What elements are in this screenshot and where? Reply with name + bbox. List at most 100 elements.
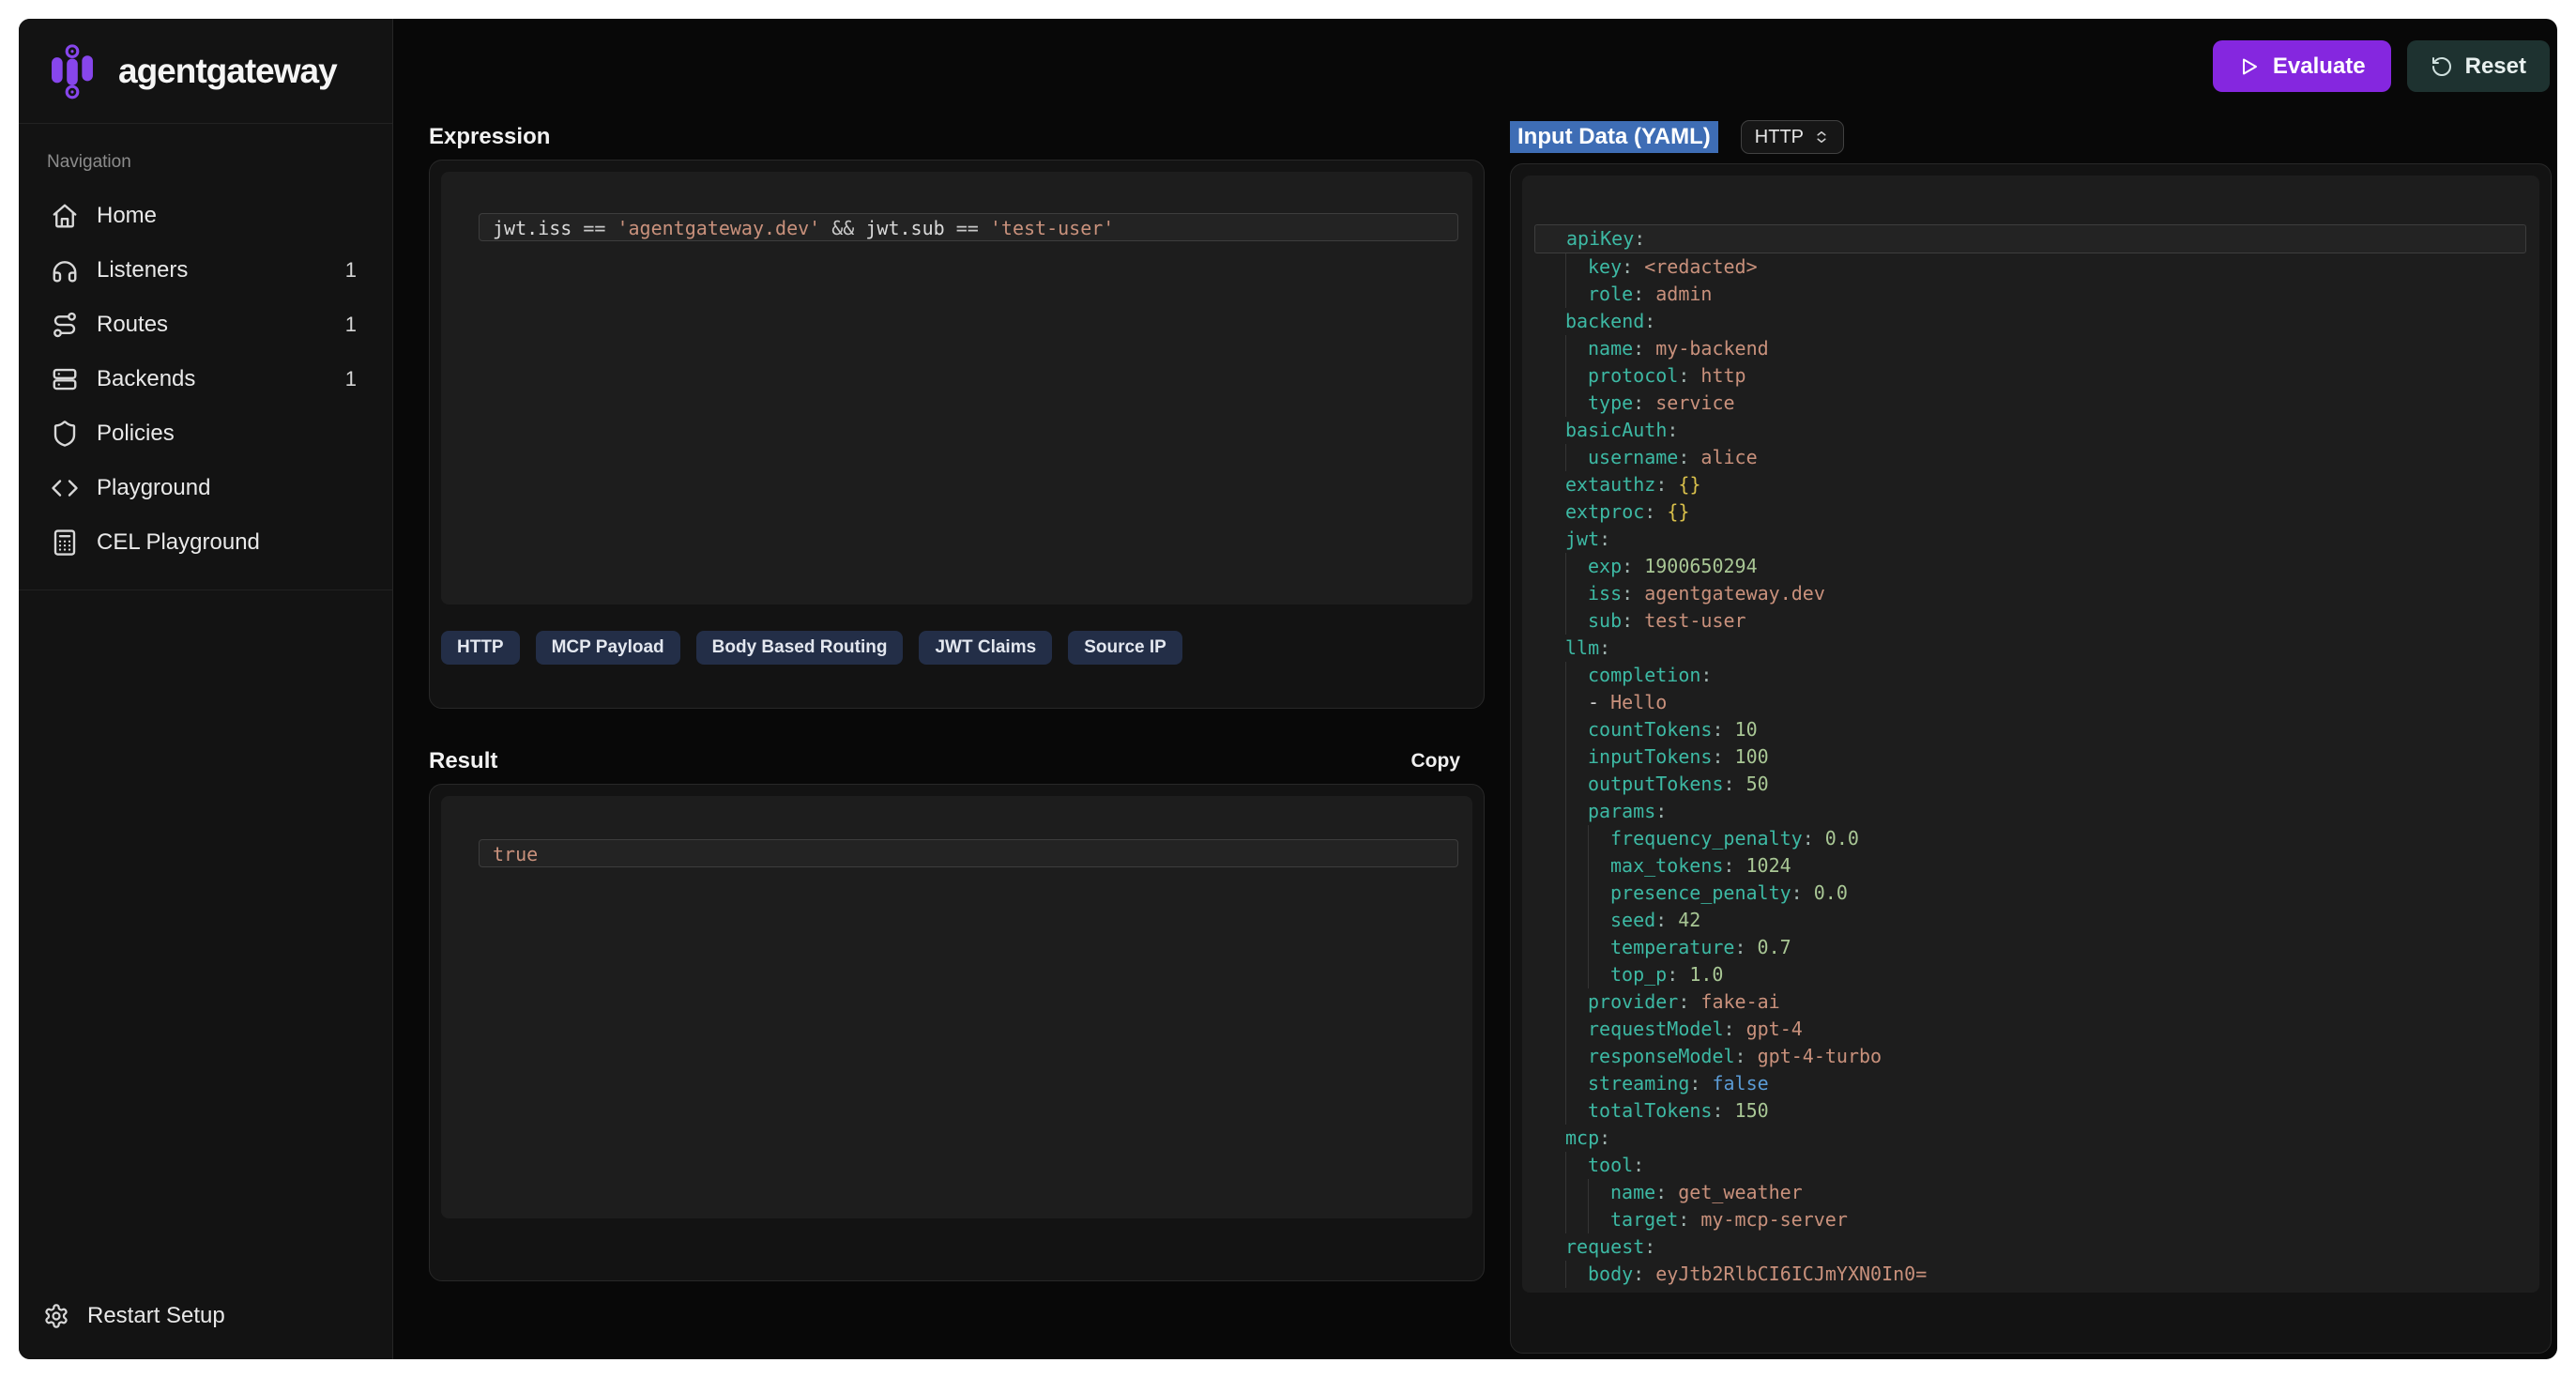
nav-item-label: CEL Playground (97, 529, 260, 556)
yaml-line-tokens: jwt: (1565, 528, 1610, 550)
code-token: requestModel (1588, 1018, 1724, 1040)
code-token: : (1791, 881, 1814, 904)
code-token: 0.7 (1758, 936, 1791, 958)
yaml-line: extproc: {} (1522, 498, 2539, 526)
nav-item-label: Playground (97, 475, 210, 501)
yaml-line: llm: (1522, 635, 2539, 662)
expression-code-line[interactable]: jwt.iss == 'agentgateway.dev' && jwt.sub… (479, 213, 1458, 241)
reset-label: Reset (2465, 54, 2526, 80)
indent-guide (1565, 335, 1588, 362)
sidebar-item-routes[interactable]: Routes 1 (41, 302, 370, 346)
code-token: responseModel (1588, 1045, 1735, 1067)
yaml-line: exp: 1900650294 (1522, 553, 2539, 580)
indent-guide (1565, 934, 1610, 961)
code-token: type (1588, 391, 1633, 414)
yaml-line: inputTokens: 100 (1522, 743, 2539, 771)
code-token: request (1565, 1235, 1644, 1258)
route-icon (51, 311, 79, 339)
code-token: : (1644, 1235, 1655, 1258)
input-mode-select[interactable]: HTTP (1741, 120, 1844, 154)
code-token: countTokens (1588, 718, 1712, 741)
result-viewer[interactable]: true (441, 796, 1472, 1218)
indent-guide (1565, 281, 1588, 308)
result-card: true (429, 784, 1485, 1281)
indent-guide (1565, 852, 1610, 880)
expression-editor[interactable]: jwt.iss == 'agentgateway.dev' && jwt.sub… (441, 172, 1472, 605)
indent-guide (1565, 689, 1588, 716)
indent-guide (1565, 1261, 1588, 1288)
sidebar-item-policies[interactable]: Policies (41, 411, 370, 455)
indent-guide (1565, 662, 1588, 689)
nav-item-label: Home (97, 203, 157, 229)
preset-mcp-payload[interactable]: MCP Payload (536, 631, 680, 665)
code-token: : (1644, 310, 1655, 332)
yaml-line-tokens: exp: 1900650294 (1588, 555, 1758, 577)
shield-icon (51, 420, 79, 448)
sidebar-item-home[interactable]: Home (41, 193, 370, 237)
code-token: : (1667, 963, 1689, 986)
toolbar: Evaluate Reset (2213, 40, 2550, 92)
code-token: : (1655, 800, 1667, 822)
sidebar-item-playground[interactable]: Playground (41, 466, 370, 510)
yaml-line: top_p: 1.0 (1522, 961, 2539, 988)
yaml-line-tokens: apiKey: (1566, 227, 1645, 250)
code-token: my-backend (1655, 337, 1768, 360)
yaml-line-tokens: temperature: 0.7 (1610, 936, 1791, 958)
yaml-line: name: my-backend (1522, 335, 2539, 362)
yaml-line-tokens: presence_penalty: 0.0 (1610, 881, 1848, 904)
indent-guide (1565, 1179, 1610, 1206)
yaml-line-tokens: name: my-backend (1588, 337, 1769, 360)
code-token: <redacted> (1644, 255, 1757, 278)
yaml-editor[interactable]: apiKey: key: <redacted> role: admin back… (1522, 176, 2539, 1293)
indent-guide (1565, 1070, 1588, 1097)
code-token: : (1622, 555, 1644, 577)
count-badge: 1 (345, 258, 360, 283)
code-token: completion (1588, 664, 1700, 686)
preset-source-ip[interactable]: Source IP (1068, 631, 1182, 665)
reset-button[interactable]: Reset (2407, 40, 2550, 92)
code-token: gpt-4-turbo (1758, 1045, 1882, 1067)
sidebar-item-cel-playground[interactable]: CEL Playground (41, 520, 370, 564)
yaml-line-tokens: completion: (1588, 664, 1712, 686)
count-badge: 1 (345, 367, 360, 391)
yaml-line-tokens: outputTokens: 50 (1588, 773, 1769, 795)
code-token: : (1633, 391, 1655, 414)
preset-http[interactable]: HTTP (441, 631, 520, 665)
rotate-ccw-icon (2431, 55, 2453, 78)
preset-buttons: HTTP MCP Payload Body Based Routing JWT … (430, 616, 1484, 665)
code-token: : (1667, 419, 1678, 441)
code-token: 1024 (1746, 854, 1791, 877)
code-token: 'test-user' (990, 217, 1114, 239)
indent-guide (1565, 580, 1588, 607)
yaml-line: countTokens: 10 (1522, 716, 2539, 743)
nav-section-label: Navigation (41, 152, 370, 173)
code-token: : (1599, 1126, 1610, 1149)
yaml-line-tokens: type: service (1588, 391, 1735, 414)
sidebar-item-backends[interactable]: Backends 1 (41, 357, 370, 401)
code-token: service (1655, 391, 1734, 414)
preset-body-based-routing[interactable]: Body Based Routing (696, 631, 904, 665)
copy-button[interactable]: Copy (1411, 750, 1461, 773)
yaml-line-tokens: provider: fake-ai (1588, 990, 1780, 1013)
code-token: 1.0 (1689, 963, 1723, 986)
restart-setup-button[interactable]: Restart Setup (43, 1292, 368, 1340)
code-token: test-user (1644, 609, 1745, 632)
indent-guide (1565, 362, 1588, 390)
result-value: true (493, 843, 538, 865)
sidebar-item-listeners[interactable]: Listeners 1 (41, 248, 370, 292)
evaluate-button[interactable]: Evaluate (2213, 40, 2391, 92)
sidebar-nav: Navigation Home Listeners 1 (19, 124, 392, 590)
code-token: frequency_penalty (1610, 827, 1803, 850)
input-data-header: Input Data (YAML) HTTP (1510, 119, 2552, 155)
code-token: extauthz (1565, 473, 1655, 496)
code-token: name (1588, 337, 1633, 360)
code-token: exp (1588, 555, 1622, 577)
code-token: admin (1655, 283, 1712, 305)
indent-guide (1565, 1016, 1588, 1043)
yaml-line: role: admin (1522, 281, 2539, 308)
yaml-line: protocol: http (1522, 362, 2539, 390)
code-token: 10 (1735, 718, 1758, 741)
app-window: agentgateway Navigation Home Listeners 1 (19, 19, 2557, 1359)
code-token: provider (1588, 990, 1678, 1013)
preset-jwt-claims[interactable]: JWT Claims (919, 631, 1052, 665)
